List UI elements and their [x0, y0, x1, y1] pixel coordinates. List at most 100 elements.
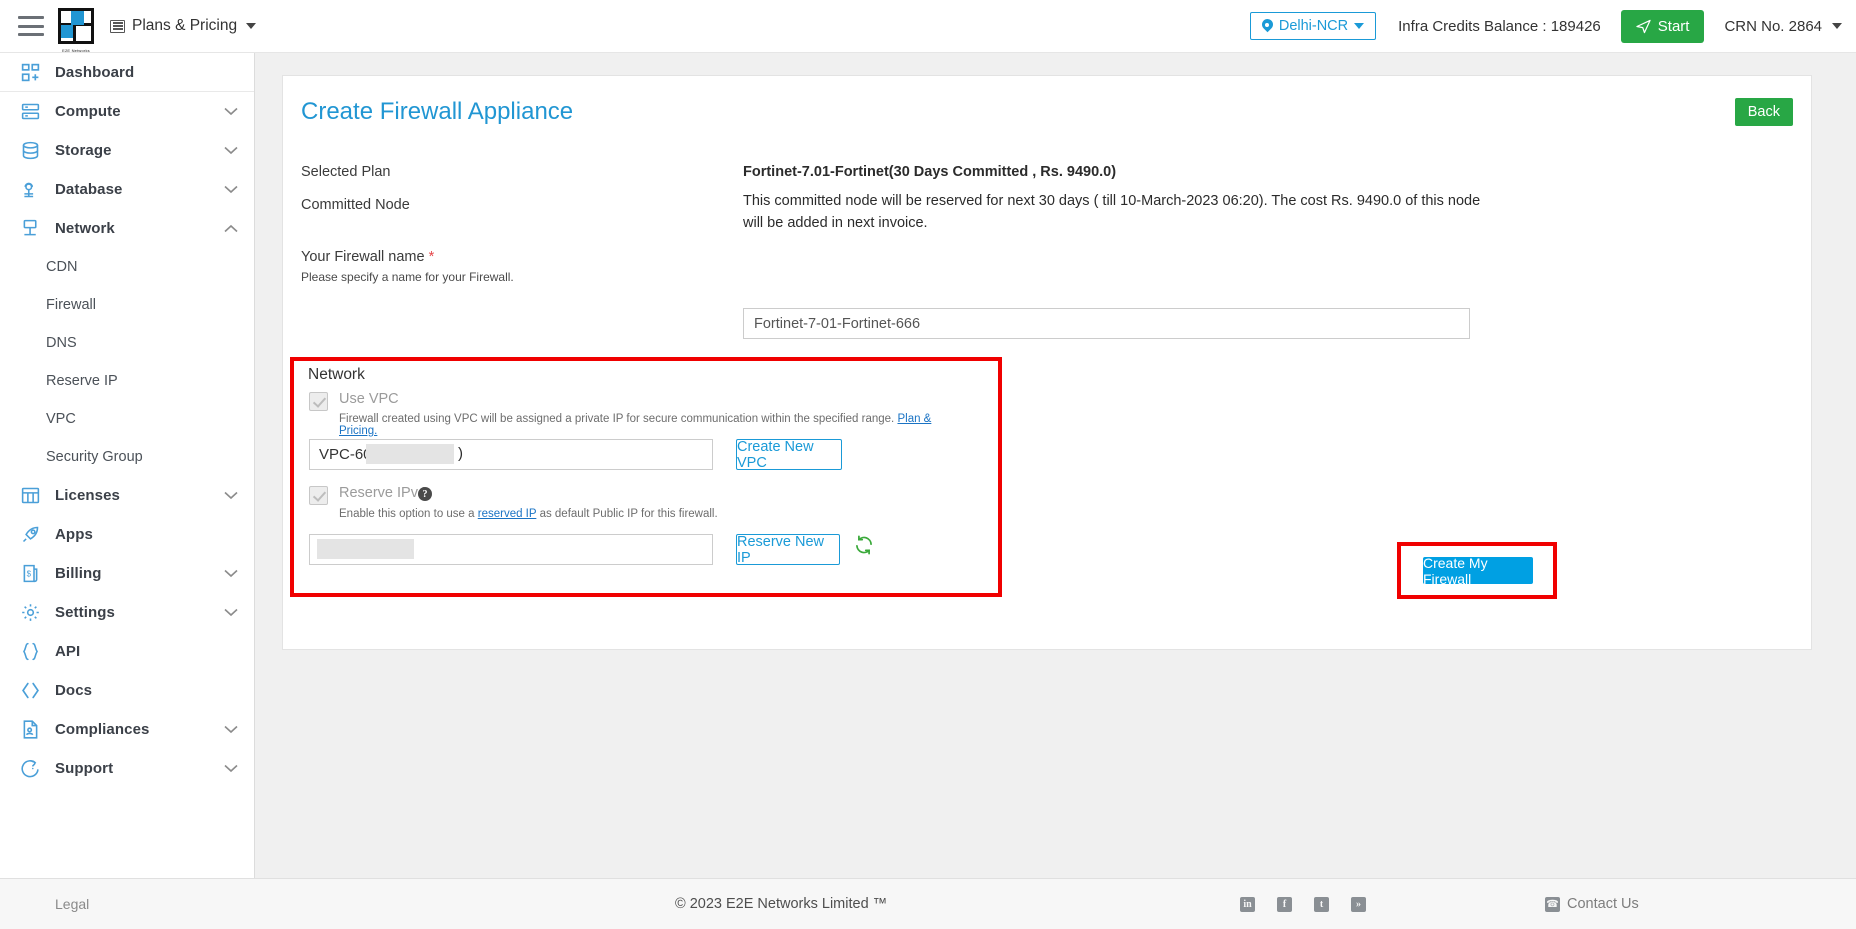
- top-navbar: E2E Networks Plans & Pricing Delhi-NCR I…: [0, 0, 1856, 53]
- sidebar-item-label: Database: [55, 181, 123, 198]
- phone-icon: ☎: [1545, 896, 1560, 912]
- sidebar-item-support[interactable]: Support: [0, 749, 254, 788]
- sidebar-subitem-label: Security Group: [46, 449, 143, 465]
- list-icon: [110, 19, 125, 33]
- sidebar-item-firewall[interactable]: Firewall: [0, 286, 254, 324]
- sidebar-item-label: Storage: [55, 142, 112, 159]
- sidebar-subitem-label: Reserve IP: [46, 373, 118, 389]
- sidebar-item-api[interactable]: API: [0, 632, 254, 671]
- use-vpc-description: Firewall created using VPC will be assig…: [339, 413, 969, 437]
- support-icon: [18, 757, 42, 781]
- sidebar-item-apps[interactable]: Apps: [0, 515, 254, 554]
- chevron-down-icon: [224, 723, 238, 736]
- sidebar-subitem-label: VPC: [46, 411, 76, 427]
- database-icon: [18, 178, 42, 202]
- committed-node-label: Committed Node: [301, 197, 410, 213]
- sidebar-item-security-group[interactable]: Security Group: [0, 438, 254, 476]
- sidebar-item-compliances[interactable]: Compliances: [0, 710, 254, 749]
- back-button[interactable]: Back: [1734, 98, 1793, 126]
- sidebar-item-label: Network: [55, 220, 115, 237]
- sidebar-item-dns[interactable]: DNS: [0, 324, 254, 362]
- contact-us-label: Contact Us: [1567, 896, 1639, 912]
- use-vpc-description-text: Firewall created using VPC will be assig…: [339, 413, 895, 425]
- vpc-name-redaction: [366, 444, 454, 464]
- network-section-title: Network: [308, 366, 365, 383]
- hamburger-icon[interactable]: [18, 16, 44, 36]
- rss-icon[interactable]: »: [1351, 896, 1366, 912]
- use-vpc-label: Use VPC: [339, 391, 399, 407]
- crn-menu[interactable]: CRN No. 2864: [1724, 18, 1842, 35]
- sidebar-item-vpc[interactable]: VPC: [0, 400, 254, 438]
- docs-angle-brackets-icon: [18, 679, 42, 703]
- required-asterisk: *: [428, 249, 435, 265]
- twitter-icon[interactable]: t: [1314, 896, 1329, 912]
- sidebar-item-database[interactable]: Database: [0, 170, 254, 209]
- chevron-down-icon: [246, 23, 257, 29]
- sidebar-item-label: Settings: [55, 604, 115, 621]
- plans-and-pricing-menu[interactable]: Plans & Pricing: [110, 17, 257, 35]
- sidebar-item-label: Compute: [55, 103, 121, 120]
- contact-us-link[interactable]: ☎ Contact Us: [1545, 896, 1639, 912]
- sidebar-item-network[interactable]: Network: [0, 209, 254, 248]
- region-selector[interactable]: Delhi-NCR: [1249, 12, 1377, 40]
- sidebar-item-storage[interactable]: Storage: [0, 131, 254, 170]
- firewall-name-label-text: Your Firewall name: [301, 249, 425, 265]
- crn-label: CRN No. 2864: [1724, 17, 1822, 35]
- reserved-ip-redaction: [317, 539, 414, 559]
- sidebar-item-label: Dashboard: [55, 63, 135, 81]
- location-pin-icon: [1262, 19, 1273, 33]
- firewall-name-label: Your Firewall name *: [301, 249, 434, 265]
- social-links: in f t »: [1240, 896, 1366, 912]
- sidebar-item-docs[interactable]: Docs: [0, 671, 254, 710]
- help-circle-icon[interactable]: ?: [418, 487, 432, 501]
- create-my-firewall-button[interactable]: Create My Firewall: [1423, 555, 1533, 587]
- sidebar-subitem-label: Firewall: [46, 297, 96, 313]
- sidebar-item-cdn[interactable]: CDN: [0, 248, 254, 286]
- start-button[interactable]: Start: [1620, 9, 1705, 43]
- create-new-vpc-button[interactable]: Create New VPC: [736, 439, 842, 471]
- sidebar-item-compute[interactable]: Compute: [0, 92, 254, 131]
- compliances-doc-icon: [18, 718, 42, 742]
- chevron-down-icon: [224, 567, 238, 580]
- sidebar-item-label: Support: [55, 760, 114, 777]
- use-vpc-checkbox[interactable]: [309, 392, 328, 411]
- reserve-ipv4-checkbox[interactable]: [309, 486, 328, 505]
- reserve-new-ip-button[interactable]: Reserve New IP: [736, 534, 840, 566]
- copyright-text: © 2023 E2E Networks Limited ™: [675, 896, 888, 912]
- sidebar-item-licenses[interactable]: Licenses: [0, 476, 254, 515]
- chevron-down-icon: [224, 489, 238, 502]
- billing-icon: $: [18, 562, 42, 586]
- committed-node-value: This committed node will be reserved for…: [743, 193, 1481, 232]
- legal-link[interactable]: Legal: [55, 896, 89, 912]
- reserved-ip-link[interactable]: reserved IP: [478, 508, 537, 520]
- page-footer: Legal © 2023 E2E Networks Limited ™ in f…: [0, 878, 1856, 929]
- sidebar-item-label: Compliances: [55, 721, 150, 738]
- sidebar-subitem-label: CDN: [46, 259, 78, 275]
- sidebar-item-billing[interactable]: $ Billing: [0, 554, 254, 593]
- send-paperplane-icon: [1636, 19, 1651, 33]
- linkedin-icon[interactable]: in: [1240, 896, 1255, 912]
- region-label: Delhi-NCR: [1278, 18, 1349, 34]
- licenses-icon: [18, 484, 42, 508]
- e2e-networks-logo[interactable]: E2E Networks: [58, 8, 94, 53]
- compute-icon: [18, 100, 42, 124]
- chevron-down-icon: [224, 183, 238, 196]
- chevron-up-icon: [224, 222, 238, 235]
- chevron-down-icon: [1354, 23, 1365, 29]
- sidebar-item-label: Licenses: [55, 487, 121, 504]
- topbar-right-group: Delhi-NCR Infra Credits Balance : 189426…: [1249, 9, 1856, 43]
- page-title: Create Firewall Appliance: [301, 98, 574, 125]
- sidebar-item-label: API: [55, 643, 81, 660]
- reserve-ipv4-label: Reserve IPv4: [339, 485, 427, 501]
- create-firewall-card: Create Firewall Appliance Back Selected …: [282, 75, 1812, 650]
- refresh-icon[interactable]: [854, 535, 874, 559]
- apps-rocket-icon: [18, 523, 42, 547]
- sidebar-subitem-label: DNS: [46, 335, 77, 351]
- sidebar-item-dashboard[interactable]: Dashboard: [0, 53, 254, 92]
- vpc-select-suffix: ): [458, 445, 463, 462]
- sidebar-item-settings[interactable]: Settings: [0, 593, 254, 632]
- facebook-icon[interactable]: f: [1277, 896, 1292, 912]
- sidebar-item-reserve-ip[interactable]: Reserve IP: [0, 362, 254, 400]
- gear-icon: [18, 601, 42, 625]
- firewall-name-input[interactable]: [743, 308, 1470, 339]
